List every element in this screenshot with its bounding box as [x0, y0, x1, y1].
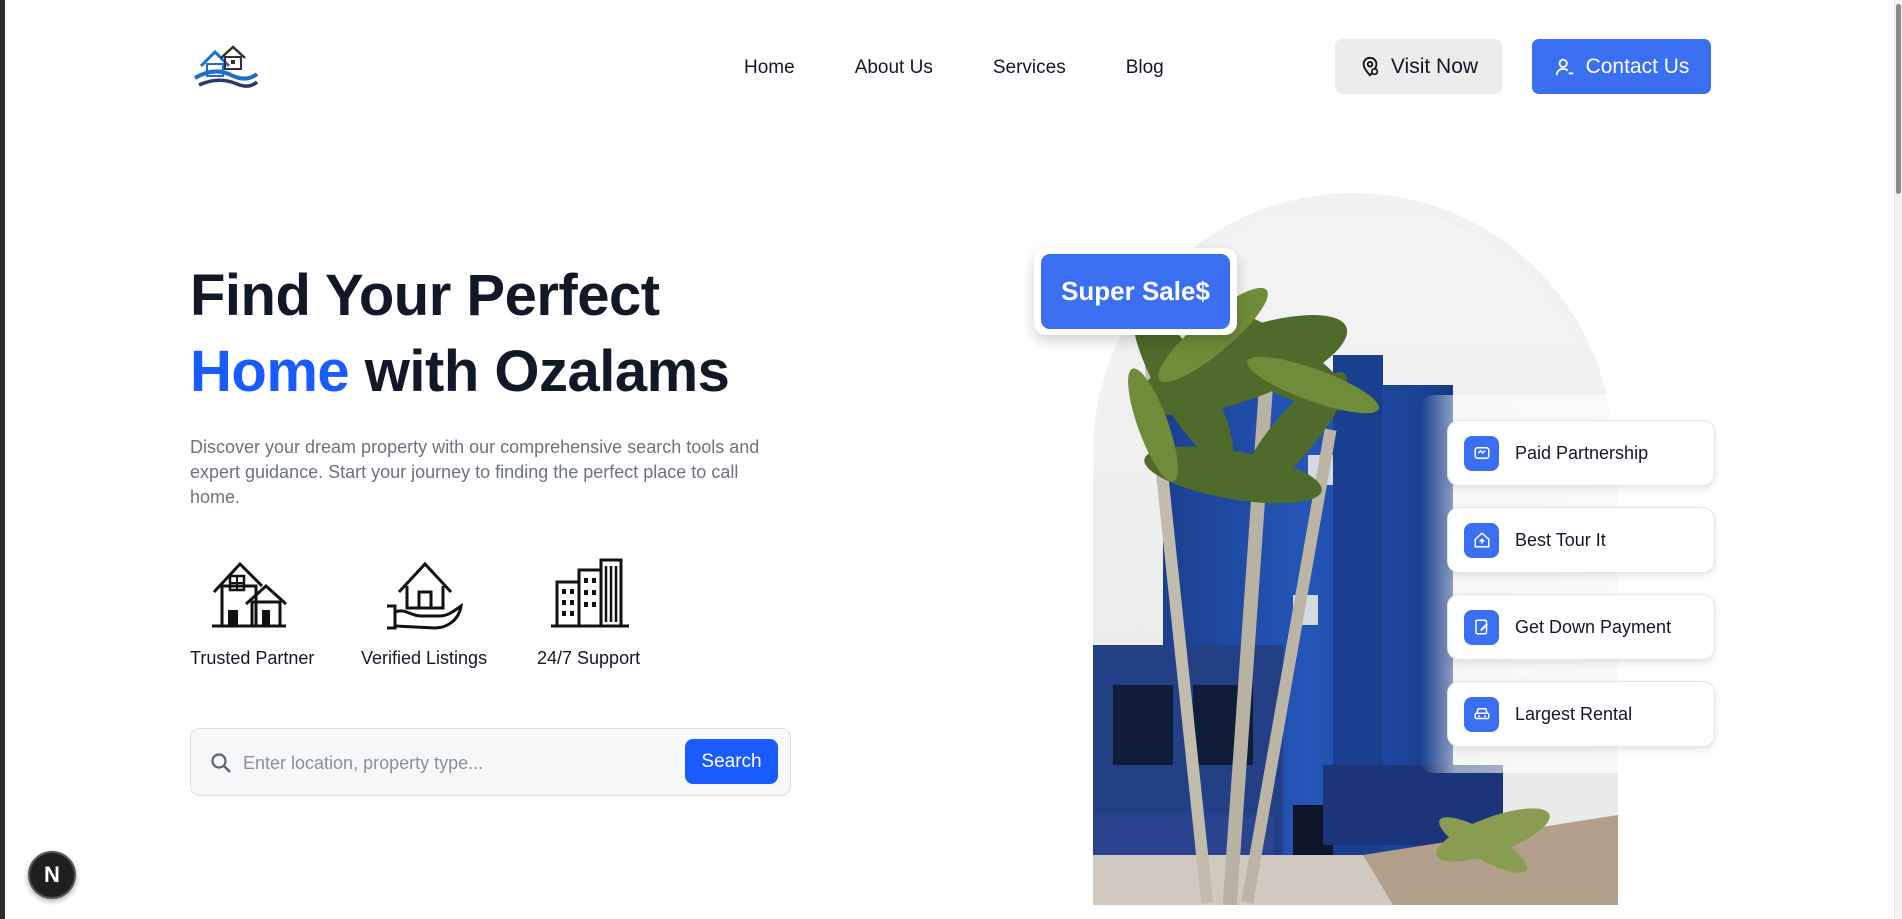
house-in-hand-icon: [387, 561, 463, 630]
contact-us-label: Contact Us: [1585, 54, 1690, 78]
nav-about-us[interactable]: About Us: [855, 57, 933, 79]
house-logo-icon[interactable]: [193, 44, 259, 92]
hero-title-line1: Find Your Perfect: [190, 263, 660, 328]
edit-document-icon: [1464, 609, 1499, 645]
perk-best-tour[interactable]: Best Tour It: [1447, 507, 1715, 573]
perk-label-down-payment: Get Down Payment: [1515, 616, 1672, 637]
page-scrollbar[interactable]: [1894, 0, 1902, 919]
search-box: Search: [190, 728, 791, 796]
perk-paid-partnership[interactable]: Paid Partnership: [1447, 420, 1715, 486]
visit-now-label: Visit Now: [1390, 54, 1479, 78]
buildings-icon: [551, 558, 629, 628]
perk-label-paid-partnership: Paid Partnership: [1515, 442, 1649, 463]
location-pin-icon: [1362, 56, 1379, 77]
feature-label-trusted-partner: Trusted Partner: [190, 648, 315, 668]
perk-largest-rental[interactable]: Largest Rental: [1447, 681, 1715, 747]
search-icon: [211, 753, 231, 773]
nav-blog[interactable]: Blog: [1126, 57, 1164, 79]
search-input[interactable]: [241, 743, 661, 783]
feature-label-support: 24/7 Support: [537, 648, 641, 668]
perk-label-best-tour: Best Tour It: [1515, 529, 1606, 550]
scrollbar-thumb[interactable]: [1896, 4, 1901, 194]
dev-tools-badge[interactable]: N: [28, 851, 76, 899]
contact-us-button[interactable]: Contact Us: [1532, 39, 1711, 94]
hero-description: Discover your dream property with our co…: [190, 437, 760, 507]
super-sale-badge[interactable]: Super Sale$: [1034, 248, 1237, 335]
search-button[interactable]: Search: [685, 739, 778, 784]
car-icon: [1464, 696, 1499, 732]
nav-home[interactable]: Home: [744, 57, 795, 79]
perk-label-largest-rental: Largest Rental: [1515, 703, 1633, 724]
handshake-icon: [1464, 435, 1499, 471]
feature-trusted-partner: Trusted Partner: [190, 556, 314, 668]
feature-verified-listings: Verified Listings: [361, 556, 487, 668]
nav-services[interactable]: Services: [993, 57, 1066, 79]
perk-down-payment[interactable]: Get Down Payment: [1447, 594, 1715, 660]
visit-now-button[interactable]: Visit Now: [1335, 39, 1502, 94]
home-upload-icon: [1464, 522, 1499, 558]
window-frame-left: [0, 0, 5, 919]
hero-title: Find Your Perfect Home with Ozalams: [190, 258, 810, 410]
feature-support: 24/7 Support: [537, 556, 640, 668]
super-sale-label: Super Sale$: [1041, 254, 1230, 329]
main-nav: Home About Us Services Blog: [744, 55, 1164, 81]
feature-label-verified-listings: Verified Listings: [361, 648, 488, 668]
hero-title-accent: Home: [190, 339, 350, 404]
houses-icon: [212, 561, 288, 628]
hero-title-rest: with Ozalams: [349, 339, 730, 404]
user-icon: [1555, 58, 1573, 75]
